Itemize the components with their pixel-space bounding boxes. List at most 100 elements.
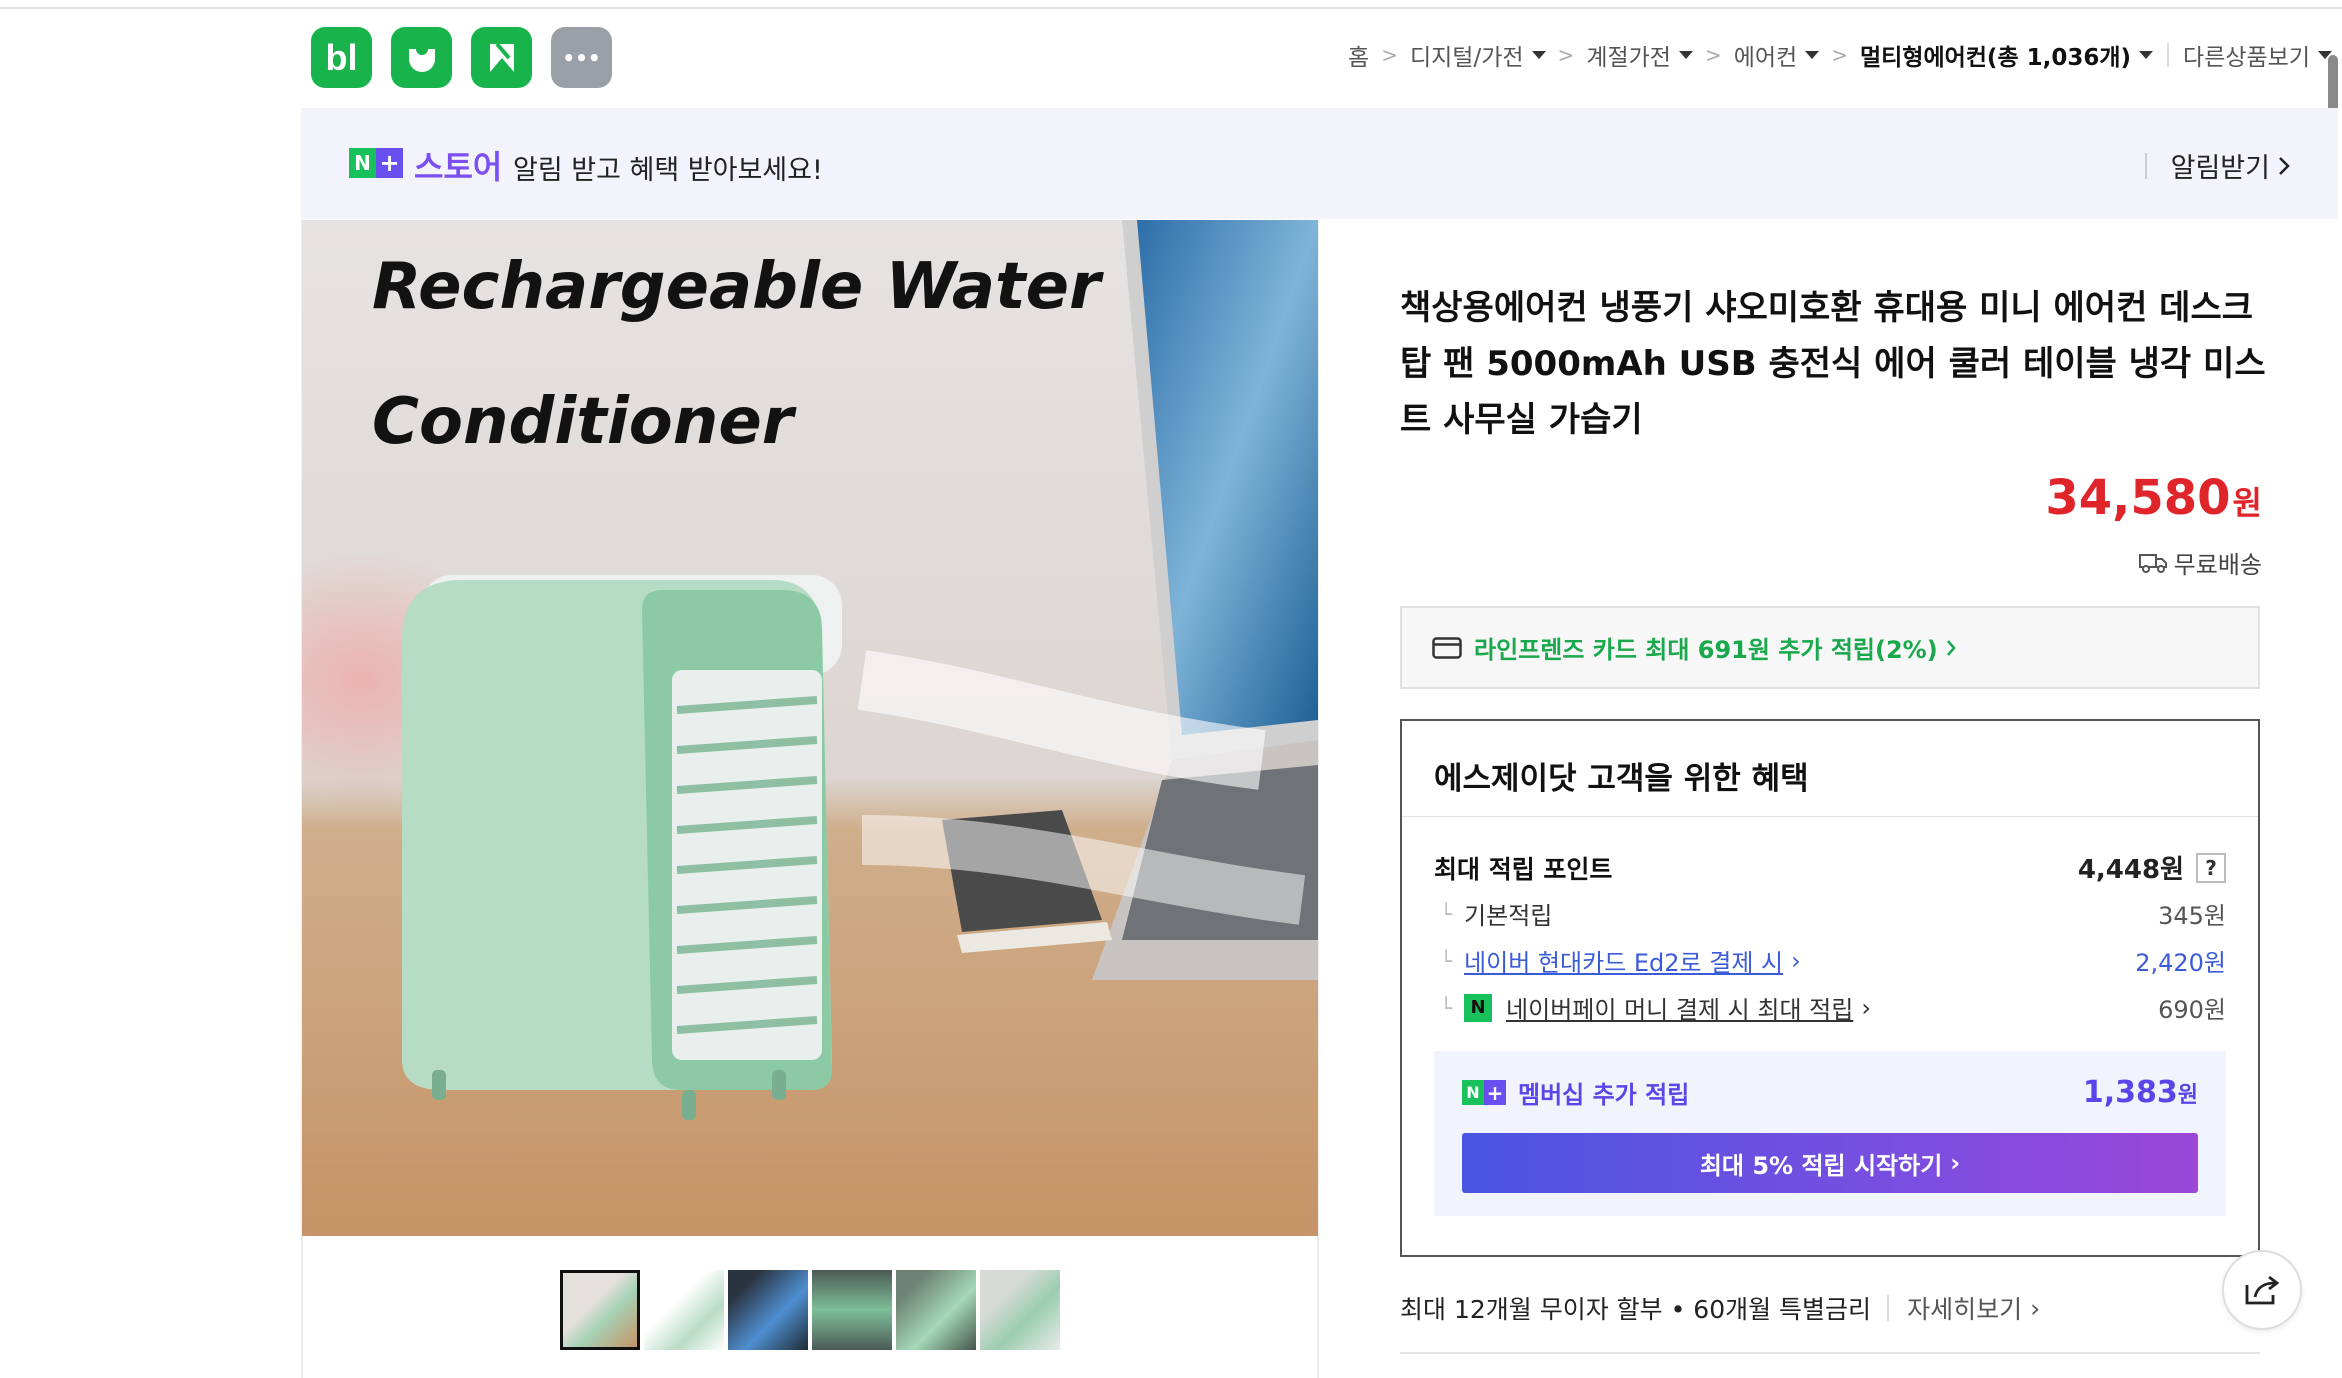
card-offer-banner[interactable]: 라인프렌즈 카드 최대 691원 추가 적립(2%) xyxy=(1400,606,2260,689)
banner-message: 알림 받고 혜택 받아보세요! xyxy=(513,155,823,186)
subscribe-alert-label: 알림받기 xyxy=(2170,153,2270,184)
blog-app-label: bl xyxy=(325,36,358,78)
truck-icon xyxy=(2138,553,2167,573)
membership-unit: 원 xyxy=(2177,1083,2198,1108)
membership-panel: N + 멤버십 추가 적립 1,383원 최대 5% 적립 시작하기 › xyxy=(1434,1051,2226,1216)
breadcrumb-seasonal[interactable]: 계절가전 xyxy=(1586,38,1693,72)
breadcrumb-seasonal-label: 계절가전 xyxy=(1586,45,1671,71)
npay-money-link[interactable]: 네이버페이 머니 결제 시 최대 적립 xyxy=(1506,990,1853,1025)
app-shortcuts: bl ••• xyxy=(311,27,612,88)
hero-title-line2: Conditioner xyxy=(372,385,794,459)
chevron-right-icon xyxy=(2279,156,2290,175)
cafe-app-icon[interactable] xyxy=(391,27,452,88)
nplus-logo-icon: N + xyxy=(349,148,403,178)
breadcrumb-current-label: 멀티형에어컨(총 1,036개) xyxy=(1859,45,2132,71)
thumbnail-1[interactable] xyxy=(560,1270,640,1350)
credit-card-icon xyxy=(1432,636,1462,659)
breadcrumb-separator: > xyxy=(1381,43,1398,67)
product-price: 34,580 원 xyxy=(2045,470,2262,526)
breadcrumb-separator: > xyxy=(1831,43,1848,67)
npay-money-row: └ N 네이버페이 머니 결제 시 최대 적립 › 690원 xyxy=(1434,990,2226,1025)
chevron-right-icon: › xyxy=(2030,1293,2041,1323)
nplus-n: N xyxy=(349,148,376,178)
thumbnail-3[interactable] xyxy=(728,1270,808,1350)
installment-text: 최대 12개월 무이자 할부 • 60개월 특별금리 xyxy=(1400,1295,1872,1324)
thumbnail-4[interactable] xyxy=(812,1270,892,1350)
breadcrumb-digital[interactable]: 디지털/가전 xyxy=(1410,38,1546,72)
tree-branch-icon: └ xyxy=(1440,901,1453,926)
breadcrumb-divider xyxy=(2167,43,2170,67)
membership-value: 1,383 xyxy=(2082,1075,2178,1110)
thumbnail-strip xyxy=(560,1270,1060,1350)
more-apps-icon[interactable]: ••• xyxy=(551,27,612,88)
price-amount: 34,580 xyxy=(2045,470,2231,526)
customer-benefit-box: 에스제이닷 고객을 위한 혜택 최대 적립 포인트 4,448원? └ 기본적립 … xyxy=(1400,719,2260,1257)
blog-app-icon[interactable]: bl xyxy=(311,27,372,88)
bookmark-app-icon[interactable] xyxy=(471,27,532,88)
installment-info: 최대 12개월 무이자 할부 • 60개월 특별금리 자세히보기 › xyxy=(1400,1290,2040,1326)
basic-points-row: └ 기본적립 345원 xyxy=(1434,896,2226,931)
price-currency: 원 xyxy=(2232,484,2262,522)
breadcrumb-home[interactable]: 홈 xyxy=(1348,38,1369,72)
chevron-right-icon: › xyxy=(1791,946,1801,975)
thumbnail-5[interactable] xyxy=(896,1270,976,1350)
max-points-value: 4,448원 xyxy=(2077,855,2184,885)
max-points-label: 최대 적립 포인트 xyxy=(1434,854,1613,884)
chevron-right-icon: › xyxy=(1861,993,1871,1022)
max-points-row: 최대 적립 포인트 4,448원? xyxy=(1434,849,2226,886)
top-divider xyxy=(0,0,2342,9)
store-alert-banner: N + 스토어 알림 받고 혜택 받아보세요! 알림받기 xyxy=(301,108,2338,219)
subscribe-alert-button[interactable]: 알림받기 xyxy=(2144,146,2290,185)
tree-branch-icon: └ xyxy=(1440,948,1453,973)
nplus-n: N xyxy=(1462,1080,1484,1105)
nplus-plus: + xyxy=(1484,1080,1506,1105)
breadcrumb: 홈 > 디지털/가전 > 계절가전 > 에어컨 > 멀티형에어컨(총 1,036… xyxy=(1348,38,2332,72)
caret-down-icon xyxy=(1531,51,1546,59)
membership-label: 멤버십 추가 적립 xyxy=(1518,1081,1690,1109)
benefit-title: 에스제이닷 고객을 위한 혜택 xyxy=(1402,721,2258,817)
caret-down-icon xyxy=(2139,51,2154,59)
tree-branch-icon: └ xyxy=(1440,995,1453,1020)
thumbnail-6[interactable] xyxy=(980,1270,1060,1350)
other-products-label: 다른상품보기 xyxy=(2183,45,2310,71)
breadcrumb-home-label: 홈 xyxy=(1348,45,1370,71)
hero-title-line1: Rechargeable Water xyxy=(372,250,1101,324)
start-membership-button[interactable]: 최대 5% 적립 시작하기 › xyxy=(1462,1133,2198,1193)
hyundai-card-row: └ 네이버 현대카드 Ed2로 결제 시 › 2,420원 xyxy=(1434,943,2226,978)
breadcrumb-current[interactable]: 멀티형에어컨(총 1,036개) xyxy=(1859,38,2154,72)
chevron-right-icon: › xyxy=(1950,1149,1961,1177)
share-icon xyxy=(2245,1275,2280,1305)
shipping-info: 무료배송 xyxy=(2138,545,2262,580)
share-button[interactable] xyxy=(2222,1250,2302,1330)
section-divider xyxy=(1400,1352,2260,1354)
breadcrumb-separator: > xyxy=(1704,43,1722,67)
breadcrumb-aircon[interactable]: 에어컨 xyxy=(1733,38,1820,72)
product-main-image[interactable]: Rechargeable Water Conditioner xyxy=(302,220,1318,1236)
thumbnail-2[interactable] xyxy=(644,1270,724,1350)
more-apps-label: ••• xyxy=(562,45,601,70)
npay-icon: N xyxy=(1464,993,1493,1022)
hyundai-card-link[interactable]: 네이버 현대카드 Ed2로 결제 시 xyxy=(1464,943,1783,978)
shipping-label: 무료배송 xyxy=(2173,551,2262,579)
basic-points-value: 345원 xyxy=(2158,902,2226,930)
store-label: 스토어 xyxy=(414,148,503,186)
breadcrumb-separator: > xyxy=(1557,43,1575,67)
breadcrumb-digital-label: 디지털/가전 xyxy=(1409,45,1524,71)
nplus-logo-icon: N + xyxy=(1462,1080,1506,1105)
breadcrumb-aircon-label: 에어컨 xyxy=(1733,45,1798,71)
start-membership-label: 최대 5% 적립 시작하기 xyxy=(1699,1151,1943,1180)
membership-row: N + 멤버십 추가 적립 1,383원 xyxy=(1462,1075,2198,1110)
npay-money-value: 690원 xyxy=(2158,996,2226,1024)
help-icon[interactable]: ? xyxy=(2196,852,2226,883)
caret-down-icon xyxy=(1805,51,1820,59)
nplus-plus: + xyxy=(376,148,403,178)
product-title: 책상용에어컨 냉풍기 샤오미호환 휴대용 미니 에어컨 데스크탑 팬 5000m… xyxy=(1400,288,2266,440)
basic-points-label: 기본적립 xyxy=(1464,902,1553,930)
installment-divider xyxy=(1887,1295,1890,1321)
other-products-link[interactable]: 다른상품보기 xyxy=(2183,38,2332,72)
caret-down-icon xyxy=(1678,51,1693,59)
banner-divider xyxy=(2144,152,2147,179)
chevron-right-icon xyxy=(1946,639,1956,656)
hyundai-card-value: 2,420원 xyxy=(2135,949,2226,977)
installment-more-link[interactable]: 자세히보기 xyxy=(1907,1290,2022,1326)
